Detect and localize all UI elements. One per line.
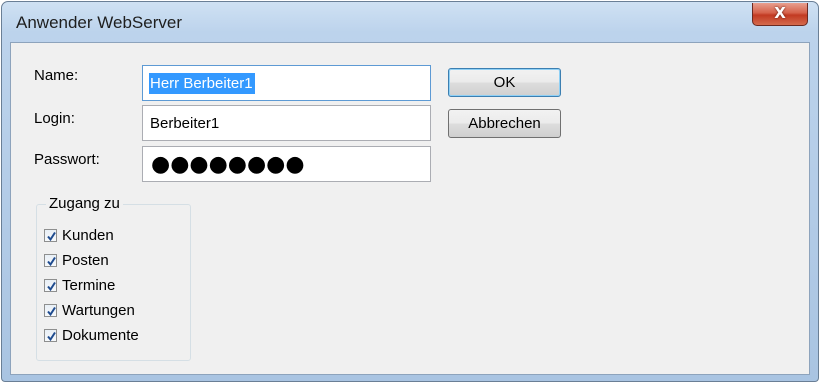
name-label: Name: bbox=[34, 67, 79, 84]
name-field-value: Herr Berbeiter1 bbox=[149, 73, 255, 94]
checkbox-checked-icon bbox=[44, 254, 57, 267]
password-label: Passwort: bbox=[34, 151, 100, 168]
checkbox-label: Termine bbox=[62, 277, 116, 294]
checkbox-checked-icon bbox=[44, 304, 57, 317]
login-field[interactable]: Berbeiter1 bbox=[142, 105, 431, 141]
name-field[interactable]: Herr Berbeiter1 bbox=[142, 65, 431, 101]
window-title: Anwender WebServer bbox=[16, 13, 182, 32]
access-groupbox-legend: Zugang zu bbox=[46, 195, 123, 212]
cancel-button[interactable]: Abbrechen bbox=[448, 109, 561, 138]
checkbox-checked-icon bbox=[44, 329, 57, 342]
checkbox-label: Dokumente bbox=[62, 327, 139, 344]
checkbox-checked-icon bbox=[44, 229, 57, 242]
login-label: Login: bbox=[34, 110, 75, 127]
checkbox-label: Posten bbox=[62, 252, 109, 269]
password-field[interactable]: ●●●●●●●● bbox=[142, 146, 431, 182]
checkbox-checked-icon bbox=[44, 279, 57, 292]
login-field-value: Berbeiter1 bbox=[150, 115, 220, 132]
dialog-window: Anwender WebServer X Name: Herr Berbeite… bbox=[1, 1, 819, 382]
ok-button[interactable]: OK bbox=[448, 68, 561, 97]
checkbox-label: Kunden bbox=[62, 227, 114, 244]
dialog-client-area: Name: Herr Berbeiter1 Login: Berbeiter1 … bbox=[10, 42, 810, 375]
password-field-mask: ●●●●●●●● bbox=[151, 152, 305, 177]
close-button[interactable]: X bbox=[752, 3, 808, 26]
close-icon: X bbox=[774, 4, 786, 22]
checkbox-label: Wartungen bbox=[62, 302, 135, 319]
title-bar[interactable]: Anwender WebServer X bbox=[2, 2, 818, 42]
